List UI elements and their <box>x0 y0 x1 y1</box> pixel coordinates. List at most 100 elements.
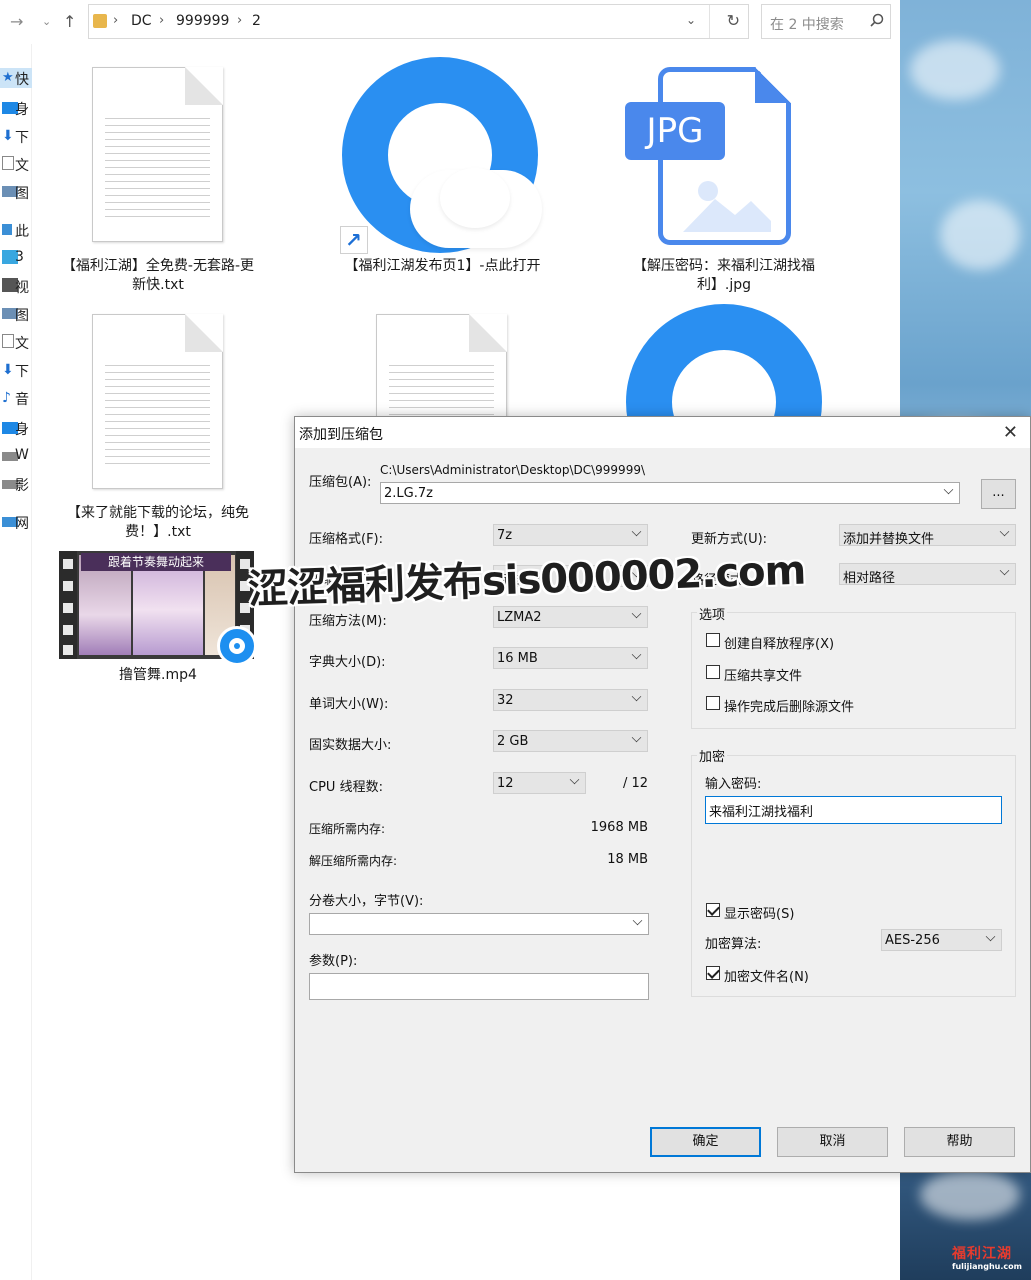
path-mode-value: 相对路径 <box>843 571 896 586</box>
forward-arrow-icon[interactable]: → <box>10 12 23 31</box>
encryption-method-select[interactable]: AES-256 <box>881 929 1002 951</box>
chevron-down-icon <box>985 931 996 942</box>
browse-button[interactable]: ... <box>981 479 1016 509</box>
archive-path: C:\Users\Administrator\Desktop\DC\999999… <box>380 463 646 477</box>
cpu-threads-select[interactable]: 12 <box>493 772 586 794</box>
ok-button[interactable]: 确定 <box>650 1127 761 1157</box>
word-size-select[interactable]: 32 <box>493 689 648 711</box>
encrypt-filenames-checkbox[interactable] <box>706 966 720 980</box>
sfx-label[interactable]: 创建自释放程序(X) <box>724 633 834 652</box>
nav-item[interactable]: ⬇ 下 <box>0 360 32 380</box>
nav-item-label: 文 <box>15 158 29 174</box>
chevron-down-icon <box>631 526 642 537</box>
password-value: 来福利江湖找福利 <box>709 805 814 820</box>
chevron-down-icon <box>631 608 642 619</box>
chevron-down-icon <box>631 732 642 743</box>
chevron-right-icon[interactable]: › <box>237 13 242 28</box>
nav-item[interactable]: 图 <box>0 304 32 324</box>
chevron-down-icon[interactable] <box>943 484 954 495</box>
nav-item[interactable]: 影 <box>0 474 32 494</box>
chevron-down-icon[interactable]: ⌄ <box>686 13 696 27</box>
nav-item-label: 3 <box>15 249 24 265</box>
shared-files-checkbox[interactable] <box>706 665 720 679</box>
nav-item[interactable]: 文 <box>0 332 32 352</box>
recent-dropdown-icon[interactable]: ⌄ <box>42 15 51 28</box>
file-name-line: 【来了就能下载的论坛，纯免 <box>67 505 249 521</box>
sfx-checkbox[interactable] <box>706 633 720 647</box>
jpg-file-icon: JPG <box>625 67 791 245</box>
solid-size-select[interactable]: 2 GB <box>493 730 648 752</box>
delete-source-label[interactable]: 操作完成后删除源文件 <box>724 696 854 715</box>
refresh-icon[interactable]: ↻ <box>727 11 740 30</box>
up-arrow-icon[interactable]: ↑ <box>63 12 76 31</box>
shared-files-label[interactable]: 压缩共享文件 <box>724 665 802 684</box>
cpu-threads-total: / 12 <box>622 776 648 791</box>
chevron-down-icon <box>631 649 642 660</box>
corner-logo-title: 福利江湖 <box>952 1246 1012 1262</box>
jpg-tag: JPG <box>625 102 725 160</box>
close-icon[interactable]: ✕ <box>1003 422 1018 443</box>
cloud-shape <box>920 1170 1020 1220</box>
dict-size-label: 字典大小(D): <box>309 655 386 670</box>
method-label: 压缩方法(M): <box>309 614 387 629</box>
help-button[interactable]: 帮助 <box>904 1127 1015 1157</box>
nav-item-label: 下 <box>15 364 29 380</box>
nav-item[interactable]: 图 <box>0 182 32 202</box>
file-name: 【解压密码：来福利江湖找福 利】.jpg <box>618 257 830 295</box>
cancel-button[interactable]: 取消 <box>777 1127 888 1157</box>
chevron-right-icon[interactable]: › <box>113 13 118 28</box>
chevron-down-icon <box>632 915 643 926</box>
nav-item-network[interactable]: 网 <box>0 512 32 532</box>
mem-compress-value: 1968 MB <box>590 820 648 835</box>
mem-decompress-label: 解压缩所需内存: <box>309 854 398 868</box>
nav-item-label: 图 <box>15 186 29 202</box>
delete-source-checkbox[interactable] <box>706 696 720 710</box>
nav-item[interactable]: 身 <box>0 418 32 438</box>
split-size-combobox[interactable] <box>309 913 649 935</box>
params-label: 参数(P): <box>309 954 358 969</box>
nav-item[interactable]: ⬇ 下 <box>0 126 32 146</box>
show-password-checkbox[interactable] <box>706 903 720 917</box>
mem-compress-label: 压缩所需内存: <box>309 822 386 836</box>
divider <box>709 5 710 38</box>
nav-item[interactable]: 视 <box>0 276 32 296</box>
show-password-label[interactable]: 显示密码(S) <box>724 903 794 922</box>
nav-item[interactable]: 文 <box>0 154 32 174</box>
encryption-group-title: 加密 <box>697 746 728 765</box>
nav-item[interactable]: 3 <box>0 248 32 268</box>
nav-item[interactable]: W <box>0 446 32 466</box>
update-mode-select[interactable]: 添加并替换文件 <box>839 524 1016 547</box>
search-input[interactable]: 在 2 中搜索 <box>761 4 891 39</box>
archive-name-combobox[interactable]: 2.LG.7z <box>380 482 960 504</box>
breadcrumb-item[interactable]: 999999 <box>176 13 229 29</box>
cloud-shape <box>940 200 1020 270</box>
update-mode-value: 添加并替换文件 <box>843 532 935 547</box>
path-mode-select[interactable]: 相对路径 <box>839 563 1016 586</box>
nav-item[interactable]: 身 <box>0 98 32 118</box>
shortcut-arrow-icon <box>340 226 368 254</box>
nav-item-quick-access[interactable]: ★ 快 <box>0 68 32 88</box>
cpu-threads-label: CPU 线程数: <box>309 780 383 795</box>
encrypt-filenames-label[interactable]: 加密文件名(N) <box>724 966 809 985</box>
nav-item-this-pc[interactable]: 此 <box>0 220 32 240</box>
nav-item-label: 网 <box>15 516 29 532</box>
file-name-line: 利】.jpg <box>696 277 752 293</box>
chevron-right-icon[interactable]: › <box>159 13 164 28</box>
dialog-titlebar: 添加到压缩包 ✕ <box>295 417 1030 448</box>
nav-item[interactable]: ♪ 音 <box>0 388 32 408</box>
password-input[interactable]: 来福利江湖找福利 <box>705 796 1002 824</box>
nav-item-label: 下 <box>15 130 29 146</box>
method-value: LZMA2 <box>497 610 542 625</box>
password-label: 输入密码: <box>705 777 762 792</box>
format-select[interactable]: 7z <box>493 524 648 546</box>
archive-label: 压缩包(A): <box>309 475 372 490</box>
breadcrumb-item[interactable]: DC <box>131 13 152 29</box>
params-input[interactable] <box>309 973 649 1000</box>
breadcrumb-item[interactable]: 2 <box>252 13 261 29</box>
address-bar[interactable]: › DC › 999999 › 2 ⌄ ↻ <box>88 4 749 39</box>
method-select[interactable]: LZMA2 <box>493 606 648 628</box>
cpu-threads-value: 12 <box>497 776 514 791</box>
chevron-down-icon <box>569 774 580 785</box>
dict-size-select[interactable]: 16 MB <box>493 647 648 669</box>
dialog-title: 添加到压缩包 <box>299 427 383 443</box>
